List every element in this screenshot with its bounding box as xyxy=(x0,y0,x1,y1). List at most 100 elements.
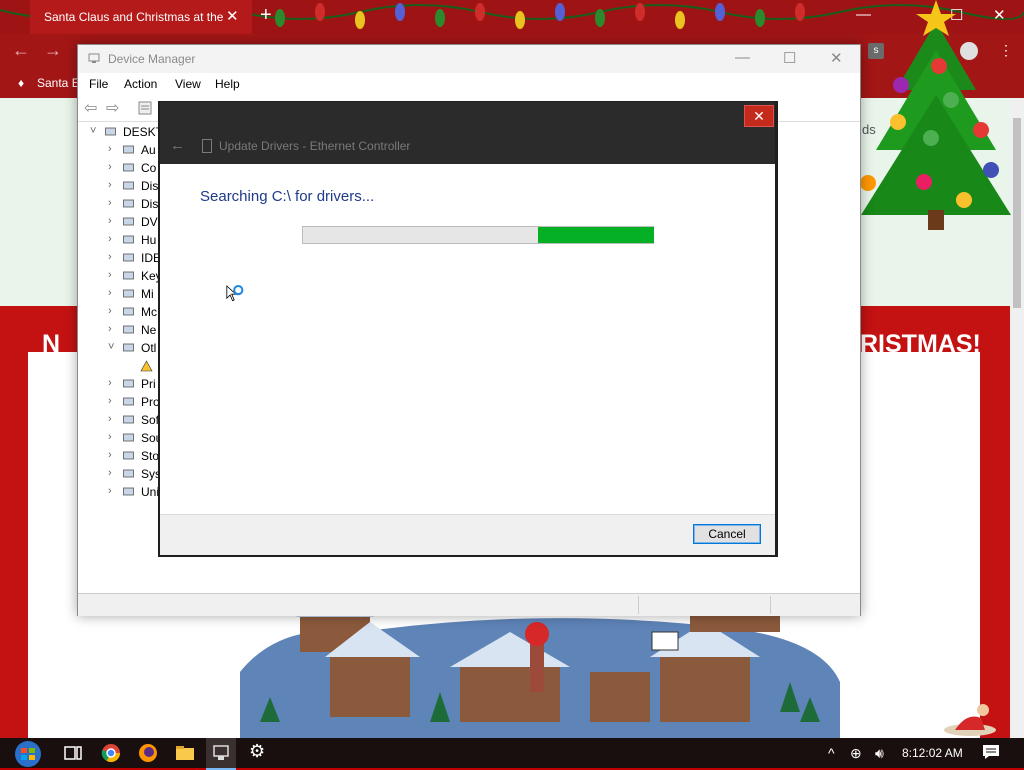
task-view-icon[interactable] xyxy=(62,742,84,764)
cancel-button[interactable]: Cancel xyxy=(693,524,761,544)
tree-item[interactable]: › IDE xyxy=(80,249,170,267)
tree-item[interactable]: › Sof xyxy=(80,411,170,429)
tree-item-label: Sto xyxy=(141,449,160,463)
menu-view[interactable]: View xyxy=(175,77,201,91)
tree-expander-icon[interactable]: › xyxy=(108,413,112,425)
menu-file[interactable]: File xyxy=(89,77,108,91)
tree-item[interactable]: › DV xyxy=(80,213,170,231)
tree-item[interactable]: ˅ Otl xyxy=(80,339,170,357)
toolbar-back-icon[interactable]: ⇦ xyxy=(84,98,97,118)
tree-item-label: DV xyxy=(141,215,158,229)
menu-action[interactable]: Action xyxy=(124,77,157,91)
tree-expander-icon[interactable]: › xyxy=(108,179,112,191)
volume-icon[interactable]: 🔊︎ xyxy=(875,745,884,762)
device-category-icon xyxy=(123,199,134,208)
tree-expander-icon[interactable]: › xyxy=(108,251,112,263)
tree-item[interactable]: › Hu xyxy=(80,231,170,249)
tree-item[interactable]: › Au xyxy=(80,141,170,159)
tree-item-label: Sof xyxy=(141,413,160,427)
file-explorer-icon[interactable] xyxy=(174,742,196,764)
browser-back-icon[interactable]: ← xyxy=(12,40,30,61)
tree-expander-icon[interactable]: › xyxy=(108,377,112,389)
tree-expander-icon[interactable]: › xyxy=(108,467,112,479)
device-category-icon xyxy=(123,325,134,334)
tree-expander-icon[interactable]: › xyxy=(108,233,112,245)
tree-item[interactable]: › Pri xyxy=(80,375,170,393)
device-category-icon xyxy=(123,415,134,424)
tree-expander-icon[interactable]: › xyxy=(108,215,112,227)
tree-item[interactable]: › Pro xyxy=(80,393,170,411)
searching-message: Searching C:\ for drivers... xyxy=(200,188,375,205)
dialog-body: Searching C:\ for drivers... xyxy=(160,164,775,514)
tree-item[interactable] xyxy=(80,357,170,375)
tree-item[interactable]: ˅ DESKT xyxy=(80,123,170,141)
progress-bar-fill xyxy=(538,227,654,243)
tree-expander-icon[interactable]: › xyxy=(108,485,112,497)
christmas-village-illustration xyxy=(240,612,840,738)
menu-help[interactable]: Help xyxy=(215,77,240,91)
browser-forward-icon[interactable]: → xyxy=(44,40,62,61)
taskbar: ⚙ ^ ⊕ 🔊︎ 8:12:02 AM xyxy=(0,738,1024,770)
tree-item[interactable]: › Sto xyxy=(80,447,170,465)
tree-expander-icon[interactable]: › xyxy=(108,161,112,173)
browser-tab-title: Santa Claus and Christmas at the xyxy=(44,10,224,24)
tree-expander-icon[interactable]: › xyxy=(108,269,112,281)
start-button-icon[interactable] xyxy=(12,740,44,768)
tree-item[interactable]: › Key xyxy=(80,267,170,285)
chrome-icon[interactable] xyxy=(100,742,122,764)
tree-expander-icon[interactable]: ˅ xyxy=(90,125,96,137)
dialog-close-button[interactable]: ✕ xyxy=(744,105,774,127)
tree-expander-icon[interactable]: › xyxy=(108,197,112,209)
tab-close-icon[interactable]: ✕ xyxy=(226,7,239,25)
page-banner-left: N xyxy=(42,330,61,358)
tree-item-label: Au xyxy=(141,143,156,157)
tree-item[interactable]: › Sou xyxy=(80,429,170,447)
tree-expander-icon[interactable]: ˅ xyxy=(108,341,114,353)
tree-item[interactable]: › Dis xyxy=(80,195,170,213)
device-manager-taskbar-icon[interactable] xyxy=(210,742,232,764)
tree-expander-icon[interactable]: › xyxy=(108,431,112,443)
device-category-icon xyxy=(123,217,134,226)
network-icon[interactable]: ⊕ xyxy=(850,745,862,762)
tree-expander-icon[interactable]: › xyxy=(108,143,112,155)
tree-item[interactable]: › Dis xyxy=(80,177,170,195)
tree-item[interactable]: › Ne xyxy=(80,321,170,339)
toolbar-forward-icon[interactable]: ⇨ xyxy=(106,98,119,118)
tree-item[interactable]: › Sys xyxy=(80,465,170,483)
device-manager-statusbar xyxy=(78,593,860,616)
tree-expander-icon[interactable]: › xyxy=(108,395,112,407)
notifications-icon[interactable] xyxy=(982,743,1000,761)
device-category-icon xyxy=(123,379,134,388)
tree-item-label: Hu xyxy=(141,233,157,247)
bookmark-santa[interactable]: Santa E xyxy=(37,76,80,90)
device-category-icon xyxy=(123,145,134,154)
dm-maximize-button[interactable]: ☐ xyxy=(783,49,796,67)
tree-expander-icon[interactable]: › xyxy=(108,305,112,317)
tree-item-label: DESKT xyxy=(123,125,164,139)
device-category-icon xyxy=(123,469,134,478)
toolbar-properties-icon[interactable] xyxy=(138,101,152,115)
tree-item[interactable]: › Co xyxy=(80,159,170,177)
tree-expander-icon[interactable]: › xyxy=(108,287,112,299)
dm-close-button[interactable]: ✕ xyxy=(830,49,843,67)
firefox-icon[interactable] xyxy=(137,742,159,764)
device-category-icon xyxy=(123,271,134,280)
tree-expander-icon[interactable]: › xyxy=(108,323,112,335)
dm-minimize-button[interactable]: — xyxy=(735,49,750,66)
browser-tab[interactable]: Santa Claus and Christmas at the ✕ xyxy=(30,0,252,34)
device-category-icon xyxy=(123,289,134,298)
tree-item[interactable]: › Mc xyxy=(80,303,170,321)
new-tab-button[interactable]: + xyxy=(260,4,272,27)
device-manager-titlebar[interactable]: Device Manager — ☐ ✕ xyxy=(78,45,860,73)
device-category-icon xyxy=(123,181,134,190)
device-category-icon xyxy=(123,235,134,244)
tray-overflow-icon[interactable]: ^ xyxy=(828,745,835,761)
dialog-back-icon[interactable]: ← xyxy=(170,137,185,154)
settings-gear-icon[interactable]: ⚙ xyxy=(249,741,271,763)
tree-item[interactable]: › Uni xyxy=(80,483,170,501)
tree-expander-icon[interactable]: › xyxy=(108,449,112,461)
tree-item-label: Otl xyxy=(141,341,157,355)
tree-item[interactable]: › Mi xyxy=(80,285,170,303)
update-drivers-dialog[interactable]: ✕ ← Update Drivers - Ethernet Controller… xyxy=(160,102,775,555)
taskbar-clock[interactable]: 8:12:02 AM xyxy=(902,746,963,760)
